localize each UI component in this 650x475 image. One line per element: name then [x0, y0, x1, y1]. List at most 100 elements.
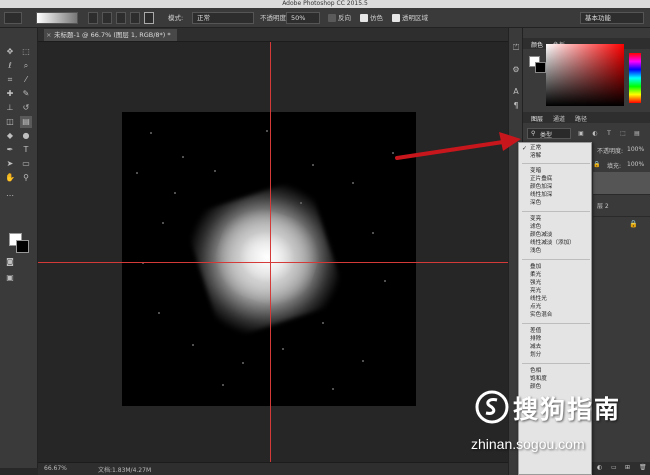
linear-gradient-button[interactable] [88, 12, 98, 24]
menu-item[interactable]: 点光 [530, 304, 541, 311]
document-canvas[interactable] [122, 112, 416, 406]
particle [192, 344, 194, 346]
menu-item[interactable]: 饱和度 [530, 376, 547, 383]
angle-gradient-button[interactable] [116, 12, 126, 24]
menu-item[interactable]: 颜色减淡 [530, 232, 552, 239]
layer-row[interactable]: 层 2 [593, 194, 650, 216]
menu-item[interactable]: 线性减淡（添加） [530, 240, 575, 247]
stamp-tool-icon[interactable]: ⊥ [4, 102, 16, 114]
menu-item[interactable]: 柔光 [530, 272, 541, 279]
history-brush-tool-icon[interactable]: ↺ [20, 102, 32, 114]
mode-select[interactable]: 正常 [192, 12, 254, 24]
menu-item[interactable]: 滤色 [530, 224, 541, 231]
zoom-tool-icon[interactable]: ⚲ [20, 172, 32, 184]
eyedropper-tool-icon[interactable]: ⁄ [20, 74, 32, 86]
filter-adjust-icon[interactable]: ◐ [589, 128, 601, 140]
menu-item[interactable]: 线性光 [530, 296, 547, 303]
diamond-gradient-button[interactable] [144, 12, 154, 24]
menu-item[interactable]: 正常 [530, 145, 541, 152]
horizontal-guide[interactable] [38, 262, 508, 263]
menu-separator [522, 211, 590, 212]
menu-item[interactable]: 变亮 [530, 216, 541, 223]
transparency-checkbox[interactable] [392, 14, 400, 22]
sogou-logo-icon [475, 390, 509, 424]
healing-tool-icon[interactable]: ✚ [4, 88, 16, 100]
gradient-tool-icon[interactable]: ▤ [20, 116, 32, 128]
fill-value[interactable]: 100% [627, 161, 644, 168]
marquee-tool-icon[interactable]: ⬚ [20, 46, 32, 58]
crop-tool-icon[interactable]: ⌗ [4, 74, 16, 86]
menu-item[interactable]: 实色混合 [530, 312, 552, 319]
layer-row-selected[interactable] [593, 172, 650, 194]
menu-item[interactable]: 强光 [530, 280, 541, 287]
shape-tool-icon[interactable]: ▭ [20, 158, 32, 170]
menu-item[interactable]: 浅色 [530, 248, 541, 255]
close-tab-icon[interactable]: × [46, 29, 51, 41]
brush-tool-icon[interactable]: ✎ [20, 88, 32, 100]
dodge-tool-icon[interactable]: ● [20, 130, 32, 142]
filter-smart-icon[interactable]: ▤ [631, 128, 643, 140]
hand-tool-icon[interactable]: ✋ [4, 172, 16, 184]
type-tool-icon[interactable]: T [20, 144, 32, 156]
pen-tool-icon[interactable]: ✒ [4, 144, 16, 156]
paragraph-panel-icon[interactable]: ¶ [510, 100, 522, 112]
lock-icon[interactable]: 🔒 [593, 161, 600, 168]
menu-item[interactable]: 色相 [530, 368, 541, 375]
filter-type-icon[interactable]: T [603, 128, 615, 140]
workspace-value: 基本功能 [585, 14, 611, 22]
opacity-input[interactable]: 50% [286, 12, 320, 24]
filter-shape-icon[interactable]: ⬚ [617, 128, 629, 140]
zoom-level[interactable]: 66.67% [44, 465, 67, 472]
character-panel-icon[interactable]: A [510, 86, 522, 98]
tab-layers[interactable]: 图层 [531, 114, 543, 123]
tab-paths[interactable]: 路径 [575, 114, 587, 123]
lasso-tool-icon[interactable]: ℓ [4, 60, 16, 72]
move-tool-icon[interactable]: ✥ [4, 46, 16, 58]
properties-panel-icon[interactable]: ⚙ [510, 64, 522, 76]
layer-opacity-value[interactable]: 100% [627, 146, 644, 153]
layer-filter-select[interactable]: ⚲ 类型 [527, 128, 571, 139]
eraser-tool-icon[interactable]: ◫ [4, 116, 16, 128]
more-tools-icon[interactable]: ⋯ [4, 190, 16, 202]
tool-preset-picker[interactable] [4, 12, 22, 24]
filter-pixel-icon[interactable]: ▣ [575, 128, 587, 140]
background-layer-row[interactable]: 🔒 [593, 216, 650, 234]
menu-item[interactable]: 差值 [530, 328, 541, 335]
radial-gradient-button[interactable] [102, 12, 112, 24]
history-panel-icon[interactable]: ⏍ [510, 42, 522, 54]
background-color-swatch[interactable] [16, 240, 29, 253]
particle [332, 388, 334, 390]
menu-item[interactable]: 划分 [530, 352, 541, 359]
panel-background-swatch[interactable] [535, 62, 546, 73]
menu-item[interactable]: 排除 [530, 336, 541, 343]
menu-separator [522, 163, 590, 164]
gradient-picker[interactable] [36, 12, 78, 24]
menu-item[interactable]: 减去 [530, 344, 541, 351]
reflected-gradient-button[interactable] [130, 12, 140, 24]
document-tab[interactable]: × 未标题-1 @ 66.7% (图层 1, RGB/8*) * [44, 29, 177, 41]
menu-item[interactable]: 亮光 [530, 288, 541, 295]
tab-channels[interactable]: 通道 [553, 114, 565, 123]
quick-mask-icon[interactable]: ◙ [4, 256, 16, 268]
menu-item[interactable]: 叠加 [530, 264, 541, 271]
color-picker-field[interactable] [546, 44, 624, 106]
menu-item[interactable]: 深色 [530, 200, 541, 207]
options-bar: 模式: 正常 不透明度: 50% 反向 仿色 透明区域 基本功能 [0, 8, 650, 28]
menu-item[interactable]: 颜色加深 [530, 184, 552, 191]
menu-item[interactable]: 变暗 [530, 168, 541, 175]
blur-tool-icon[interactable]: ◆ [4, 130, 16, 142]
hue-slider[interactable] [629, 53, 641, 103]
workspace-select[interactable]: 基本功能 [580, 12, 644, 24]
path-select-tool-icon[interactable]: ➤ [4, 158, 16, 170]
tab-color[interactable]: 颜色 [531, 40, 543, 49]
status-bar: 66.67% 文档:1.83M/4.27M [38, 462, 508, 475]
vertical-guide[interactable] [270, 42, 271, 462]
menu-item[interactable]: 正片叠底 [530, 176, 552, 183]
quick-select-tool-icon[interactable]: ⌕ [20, 60, 32, 72]
menu-item[interactable]: 线性加深 [530, 192, 552, 199]
layer-name: 层 2 [597, 203, 609, 210]
menu-item[interactable]: 溶解 [530, 153, 541, 160]
reverse-checkbox[interactable] [328, 14, 336, 22]
dither-checkbox[interactable] [360, 14, 368, 22]
screen-mode-icon[interactable]: ▣ [4, 272, 16, 284]
